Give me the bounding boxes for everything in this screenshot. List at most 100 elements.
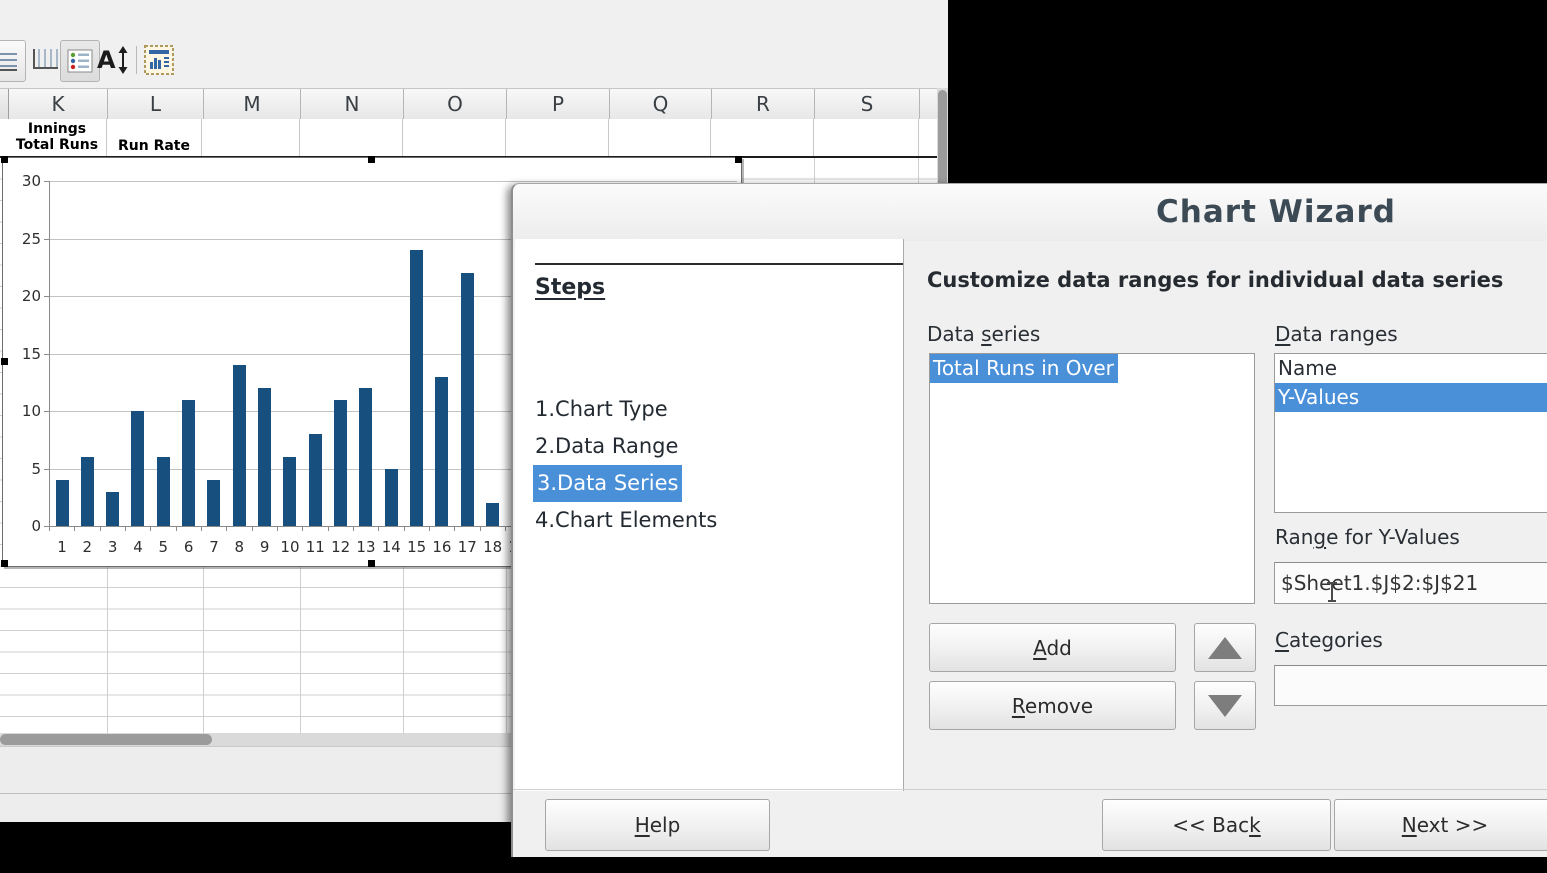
column-header-K[interactable]: K <box>9 89 108 119</box>
help-button[interactable]: Help <box>545 799 770 851</box>
add-button[interactable]: Add <box>929 623 1176 672</box>
sheet-row-1: Innings Total Runs Run Rate <box>0 119 948 156</box>
steps-list: 1.Chart Type 2.Data Range 3.Data Series … <box>535 391 717 539</box>
x-axis-tick-label: 8 <box>226 538 252 556</box>
y-axis-tick-label: 25 <box>9 230 41 248</box>
step-chart-type[interactable]: 1.Chart Type <box>535 391 717 428</box>
chart-toolbar: A <box>0 38 948 86</box>
column-header-M[interactable]: M <box>204 89 301 119</box>
page-title: Customize data ranges for individual dat… <box>927 268 1503 292</box>
back-button[interactable]: << Back <box>1102 799 1331 851</box>
x-axis-tick-label: 10 <box>277 538 303 556</box>
x-axis-tick-label: 1 <box>49 538 75 556</box>
cell-R1[interactable] <box>711 119 814 156</box>
data-series-listbox[interactable]: Total Runs in Over <box>929 353 1255 604</box>
divider <box>535 263 903 265</box>
row-header-strip <box>0 89 9 119</box>
column-headers: K L M N O P Q R S <box>0 88 948 120</box>
column-header-R[interactable]: R <box>712 89 815 119</box>
screen-background <box>948 0 1547 183</box>
move-down-button[interactable] <box>1194 681 1256 730</box>
steps-heading: Steps <box>535 275 605 300</box>
x-axis-tick-label: 12 <box>328 538 354 556</box>
horizontal-grids-icon[interactable] <box>0 40 26 82</box>
x-axis-tick-label: 14 <box>378 538 404 556</box>
y-axis-tick-label: 20 <box>9 287 41 305</box>
vertical-grids-icon[interactable] <box>28 44 62 76</box>
data-series-label: Data series <box>927 322 1040 346</box>
data-range-item-y-values[interactable]: Y-Values <box>1275 383 1547 412</box>
y-axis-tick-label: 10 <box>9 402 41 420</box>
selection-handle[interactable] <box>1 156 8 163</box>
steps-panel: Steps 1.Chart Type 2.Data Range 3.Data S… <box>515 239 904 791</box>
cell-Q1[interactable] <box>609 119 711 156</box>
bar-over-1 <box>56 480 69 526</box>
selection-handle[interactable] <box>368 560 375 567</box>
step-chart-elements[interactable]: 4.Chart Elements <box>535 502 717 539</box>
y-axis-tick-label: 15 <box>9 345 41 363</box>
remove-button[interactable]: Remove <box>929 681 1176 730</box>
data-series-item[interactable]: Total Runs in Over <box>930 354 1118 383</box>
x-axis-tick-label: 9 <box>252 538 278 556</box>
bar-over-8 <box>233 365 246 526</box>
x-axis-tick-label: 15 <box>404 538 430 556</box>
legend-on-off-icon[interactable] <box>60 40 100 82</box>
next-button[interactable]: Next >> <box>1334 799 1547 851</box>
x-axis-tick-label: 13 <box>353 538 379 556</box>
down-arrow-icon <box>1208 695 1242 717</box>
cell-P1[interactable] <box>506 119 609 156</box>
data-range-item-name[interactable]: Name <box>1275 354 1547 383</box>
column-header-P[interactable]: P <box>507 89 610 119</box>
x-axis-tick-label: 2 <box>74 538 100 556</box>
automatic-layout-icon[interactable] <box>142 44 176 76</box>
cell-M1[interactable] <box>203 119 300 156</box>
bar-over-13 <box>359 388 372 526</box>
bar-over-10 <box>283 457 296 526</box>
cell-O1[interactable] <box>403 119 506 156</box>
scale-text-icon[interactable]: A <box>96 44 132 76</box>
selection-handle[interactable] <box>1 358 8 365</box>
step-data-range[interactable]: 2.Data Range <box>535 428 717 465</box>
selection-handle[interactable] <box>368 156 375 163</box>
horizontal-scrollbar-thumb[interactable] <box>0 734 212 745</box>
column-header-N[interactable]: N <box>301 89 404 119</box>
bar-over-6 <box>182 400 195 527</box>
x-axis-tick-label: 16 <box>429 538 455 556</box>
x-axis-tick-label: 3 <box>100 538 126 556</box>
categories-input[interactable] <box>1274 665 1547 706</box>
selection-handle[interactable] <box>735 156 742 163</box>
selection-handle[interactable] <box>1 560 8 567</box>
x-axis-tick-label: 5 <box>150 538 176 556</box>
range-for-y-values-input[interactable]: $Sheet1.$J$2:$J$21 <box>1274 562 1547 604</box>
svg-text:A: A <box>97 46 116 74</box>
column-header-O[interactable]: O <box>404 89 507 119</box>
bar-over-2 <box>81 457 94 526</box>
column-header-S[interactable]: S <box>815 89 920 119</box>
column-header-Q[interactable]: Q <box>610 89 712 119</box>
y-axis-tick-label: 0 <box>9 517 41 535</box>
cell-N1[interactable] <box>300 119 403 156</box>
x-axis-tick-label: 7 <box>201 538 227 556</box>
cell-partial <box>919 119 937 156</box>
bar-over-14 <box>385 469 398 527</box>
bar-over-16 <box>435 377 448 527</box>
x-axis-tick-label: 17 <box>454 538 480 556</box>
dialog-title: Chart Wizard <box>926 194 1547 230</box>
up-arrow-icon <box>1208 637 1242 659</box>
x-axis-tick-label: 18 <box>480 538 506 556</box>
toolbar-separator <box>136 46 137 74</box>
column-header-L[interactable]: L <box>108 89 204 119</box>
text-cursor <box>1327 582 1337 602</box>
bar-over-18 <box>486 503 499 526</box>
cell-S1[interactable] <box>814 119 919 156</box>
cell-K1[interactable]: Innings Total Runs <box>8 119 107 156</box>
move-up-button[interactable] <box>1194 623 1256 672</box>
y-axis-tick-label: 30 <box>9 172 41 190</box>
data-ranges-label: Data ranges <box>1275 322 1398 346</box>
cell-L1[interactable]: Run Rate <box>107 119 202 156</box>
bar-over-5 <box>157 457 170 526</box>
data-ranges-listbox[interactable]: Name Y-Values <box>1274 353 1547 513</box>
step-data-series[interactable]: 3.Data Series <box>533 465 682 502</box>
x-axis-tick-label: 11 <box>302 538 328 556</box>
y-axis-tick-label: 5 <box>9 460 41 478</box>
